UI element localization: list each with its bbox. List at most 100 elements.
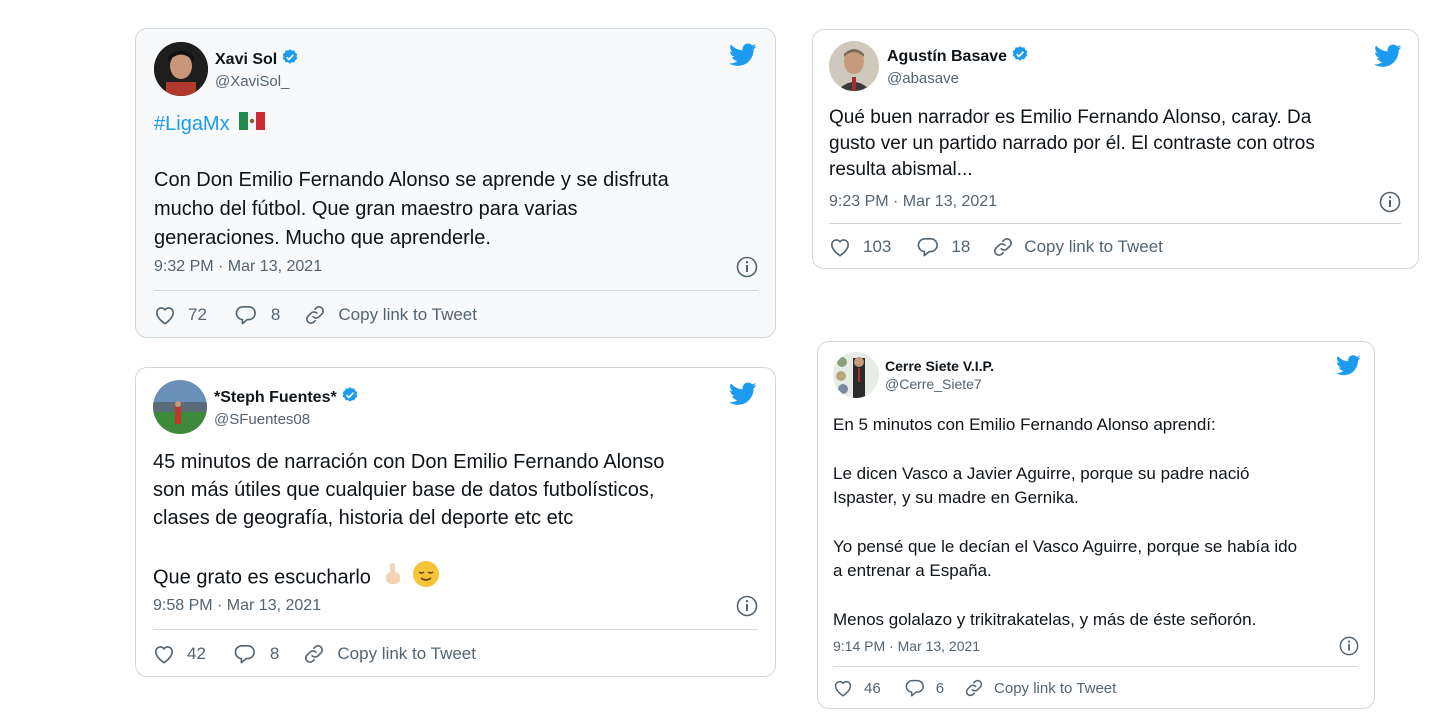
like-button[interactable]: 72 [154,305,207,325]
tweet-line: Menos golalazo y trikitrakatelas, y más … [833,609,1257,629]
copy-link-label: Copy link to Tweet [1024,237,1163,256]
tweet-line: mucho del fútbol. Que gran maestro para … [154,198,578,221]
tweet-card-xavi-sol[interactable]: Xavi Sol @XaviSol_ #LigaMx Con Don Emili… [135,28,776,338]
tweet-card-steph-fuentes[interactable]: *Steph Fuentes* @SFuentes08 45 minutos d… [135,367,776,677]
twitter-bird-icon[interactable] [1374,44,1402,73]
like-count: 42 [187,644,206,663]
hashtag-link[interactable]: #LigaMx [154,113,230,135]
tweet-timestamp[interactable]: 9:23 PM · Mar 13, 2021 [829,193,997,211]
reply-button[interactable]: 8 [234,644,279,664]
tweet-line: En 5 minutos con Emilio Fernando Alonso … [833,415,1216,434]
divider [829,223,1401,224]
like-button[interactable]: 42 [153,644,206,664]
copy-link-button[interactable]: Copy link to Tweet [992,236,1163,258]
twitter-bird-icon[interactable] [1336,355,1361,381]
verified-badge-icon [1011,45,1029,68]
link-icon [305,645,324,663]
tweet-actions: 42 8 Copy link to Tweet [153,643,476,665]
heart-icon [834,681,852,697]
avatar[interactable] [833,352,879,398]
tweet-header: *Steph Fuentes* @SFuentes08 [153,380,359,434]
reply-icon [918,238,939,257]
reply-count: 6 [935,679,945,697]
tweet-line: Con Don Emilio Fernando Alonso se aprend… [154,169,669,192]
author-handle[interactable]: @XaviSol_ [215,73,299,90]
tweet-text: Qué buen narrador es Emilio Fernando Alo… [829,105,1315,183]
tweet-header: Xavi Sol @XaviSol_ [154,42,299,96]
heart-icon [156,307,174,325]
tweet-line: Qué buen narrador es Emilio Fernando Alo… [829,107,1312,128]
tweet-timestamp[interactable]: 9:32 PM · Mar 13, 2021 [154,258,322,276]
divider [833,666,1358,667]
like-button[interactable]: 46 [833,679,881,697]
tweet-text: En 5 minutos con Emilio Fernando Alonso … [833,413,1297,632]
like-button[interactable]: 103 [829,237,891,257]
like-count: 46 [864,679,881,697]
author-handle[interactable]: @abasave [887,70,1029,87]
reply-button[interactable]: 18 [917,237,970,257]
mexico-flag-icon [239,110,266,139]
info-icon[interactable] [736,256,758,283]
author-name[interactable]: Xavi Sol [215,51,277,69]
like-count: 72 [188,305,207,324]
divider [154,290,758,291]
reply-icon [234,645,255,664]
copy-link-button[interactable]: Copy link to Tweet [964,678,1116,698]
author-name[interactable]: Cerre Siete V.I.P. [885,358,994,374]
tweet-line: a entrenar a España. [833,561,992,580]
info-icon[interactable] [1339,636,1359,661]
tweet-card-agustin-basave[interactable]: Agustín Basave @abasave Qué buen narrado… [812,29,1419,269]
tweet-header: Agustín Basave @abasave [829,41,1029,91]
info-icon[interactable] [1379,191,1401,218]
link-icon [965,679,983,697]
tweet-actions: 72 8 Copy link to Tweet [154,304,477,326]
tweet-timestamp[interactable]: 9:58 PM · Mar 13, 2021 [153,597,321,615]
tweet-text: #LigaMx Con Don Emilio Fernando Alonso s… [154,110,669,253]
tweet-line: Le dicen Vasco a Javier Aguirre, porque … [833,463,1250,483]
reply-count: 8 [269,644,280,663]
tweet-line: 45 minutos de narración con Don Emilio F… [153,451,665,473]
author-name[interactable]: *Steph Fuentes* [214,389,337,407]
info-icon[interactable] [736,595,758,622]
tweet-line: son más útiles que cualquier base de dat… [153,479,655,501]
reply-button[interactable]: 6 [905,679,944,697]
author-handle[interactable]: @Cerre_Siete7 [885,376,994,392]
copy-link-label: Copy link to Tweet [338,305,477,324]
avatar[interactable] [154,42,208,96]
reply-icon [905,679,924,697]
reply-button[interactable]: 8 [235,305,280,325]
reply-count: 18 [951,237,971,256]
tweet-line: generaciones. Mucho que aprenderle. [154,227,491,250]
link-icon [994,238,1013,256]
twitter-bird-icon[interactable] [729,43,757,72]
tweet-actions: 103 18 Copy link to Tweet [829,236,1163,258]
tweet-text: 45 minutos de narración con Don Emilio F… [153,448,664,596]
pointing-up-hand-icon [382,562,404,594]
tweet-actions: 46 6 Copy link to Tweet [833,678,1116,698]
reply-icon [235,306,256,325]
author-name[interactable]: Agustín Basave [887,48,1007,66]
copy-link-button[interactable]: Copy link to Tweet [304,304,477,326]
copy-link-label: Copy link to Tweet [994,679,1117,697]
tweet-line: gusto ver un partido narrado por él. El … [829,133,1315,154]
like-count: 103 [863,237,892,256]
tweet-line: clases de geografía, historia del deport… [153,507,574,529]
reply-count: 8 [270,305,281,324]
tweet-timestamp[interactable]: 9:14 PM · Mar 13, 2021 [833,638,980,654]
verified-badge-icon [341,386,359,409]
avatar[interactable] [153,380,207,434]
tweet-line: Ispaster, y su madre en Gernika. [833,488,1079,507]
author-handle[interactable]: @SFuentes08 [214,411,359,428]
copy-link-button[interactable]: Copy link to Tweet [303,643,476,665]
tweet-card-cerre-siete[interactable]: Cerre Siete V.I.P. @Cerre_Siete7 En 5 mi… [817,341,1375,709]
heart-icon [831,239,849,257]
heart-icon [155,646,173,664]
twitter-bird-icon[interactable] [729,382,757,411]
avatar[interactable] [829,41,879,91]
verified-badge-icon [281,48,299,71]
divider [153,629,757,630]
tweet-header: Cerre Siete V.I.P. @Cerre_Siete7 [833,352,994,398]
relieved-face-icon [412,560,440,596]
link-icon [306,306,325,324]
tweet-line: Yo pensé que le decían el Vasco Aguirre,… [833,536,1298,556]
